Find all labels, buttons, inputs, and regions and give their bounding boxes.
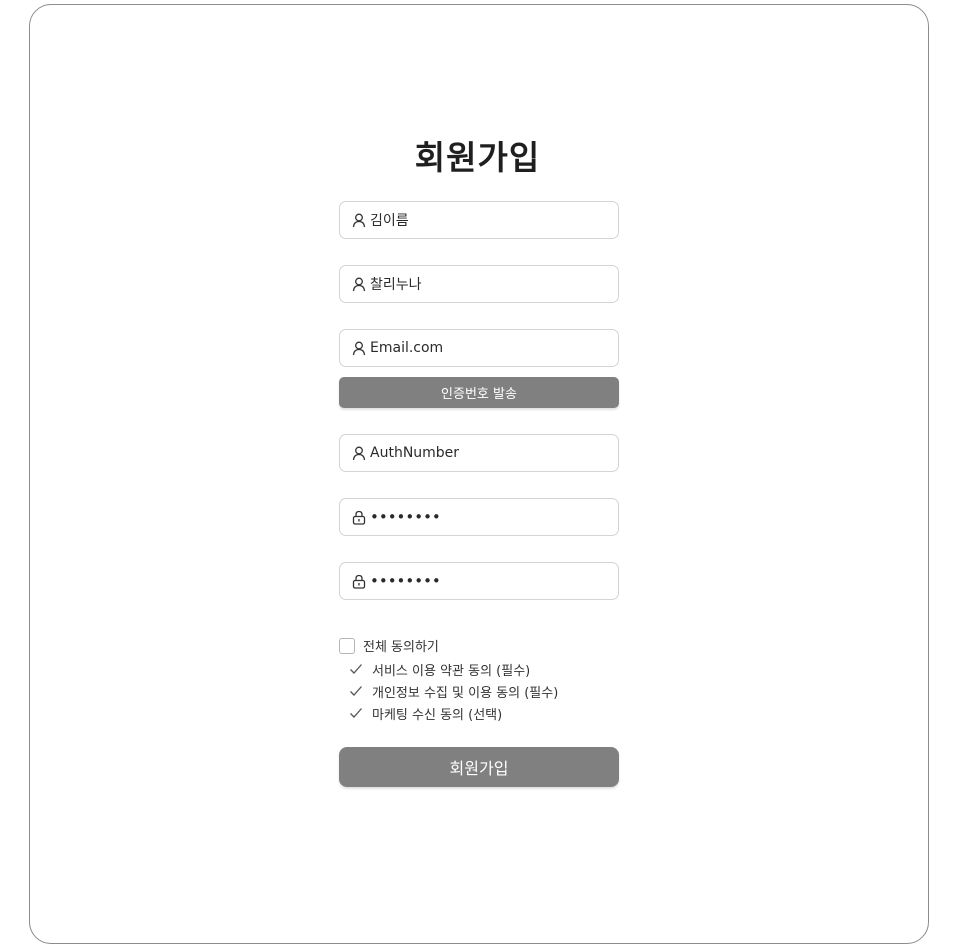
term-item-privacy[interactable]: 개인정보 수집 및 이용 동의 (필수)	[349, 680, 558, 702]
user-icon	[351, 445, 367, 461]
user-icon	[351, 212, 367, 228]
user-icon	[351, 340, 367, 356]
nickname-input[interactable]	[370, 269, 610, 299]
password-confirm-field[interactable]	[339, 562, 619, 600]
term-label: 마케팅 수신 동의 (선택)	[372, 707, 503, 723]
name-field[interactable]	[339, 201, 619, 239]
agree-all-label: 전체 동의하기	[363, 640, 439, 655]
send-auth-code-button[interactable]: 인증번호 발송	[339, 377, 619, 408]
page-title: 회원가입	[414, 138, 541, 177]
check-icon	[349, 661, 365, 677]
password-confirm-input[interactable]	[370, 566, 610, 596]
term-label: 서비스 이용 약관 동의 (필수)	[372, 663, 531, 679]
agree-all-row[interactable]: 전체 동의하기	[339, 636, 439, 655]
password-input[interactable]	[370, 502, 610, 532]
lock-icon	[351, 573, 367, 589]
auth-number-field[interactable]	[339, 434, 619, 472]
email-field[interactable]	[339, 329, 619, 367]
signup-submit-button[interactable]: 회원가입	[339, 747, 619, 787]
check-icon	[349, 683, 365, 699]
agree-all-checkbox[interactable]	[339, 637, 355, 654]
auth-number-input[interactable]	[370, 438, 610, 468]
user-icon	[351, 276, 367, 292]
name-input[interactable]	[370, 205, 610, 235]
term-label: 개인정보 수집 및 이용 동의 (필수)	[372, 685, 559, 701]
terms-list: 서비스 이용 약관 동의 (필수) 개인정보 수집 및 이용 동의 (필수) 마…	[349, 658, 558, 724]
nickname-field[interactable]	[339, 265, 619, 303]
term-item-marketing[interactable]: 마케팅 수신 동의 (선택)	[349, 702, 558, 724]
email-input[interactable]	[370, 333, 610, 363]
password-field[interactable]	[339, 498, 619, 536]
term-item-service[interactable]: 서비스 이용 약관 동의 (필수)	[349, 658, 558, 680]
check-icon	[349, 705, 365, 721]
lock-icon	[351, 509, 367, 525]
